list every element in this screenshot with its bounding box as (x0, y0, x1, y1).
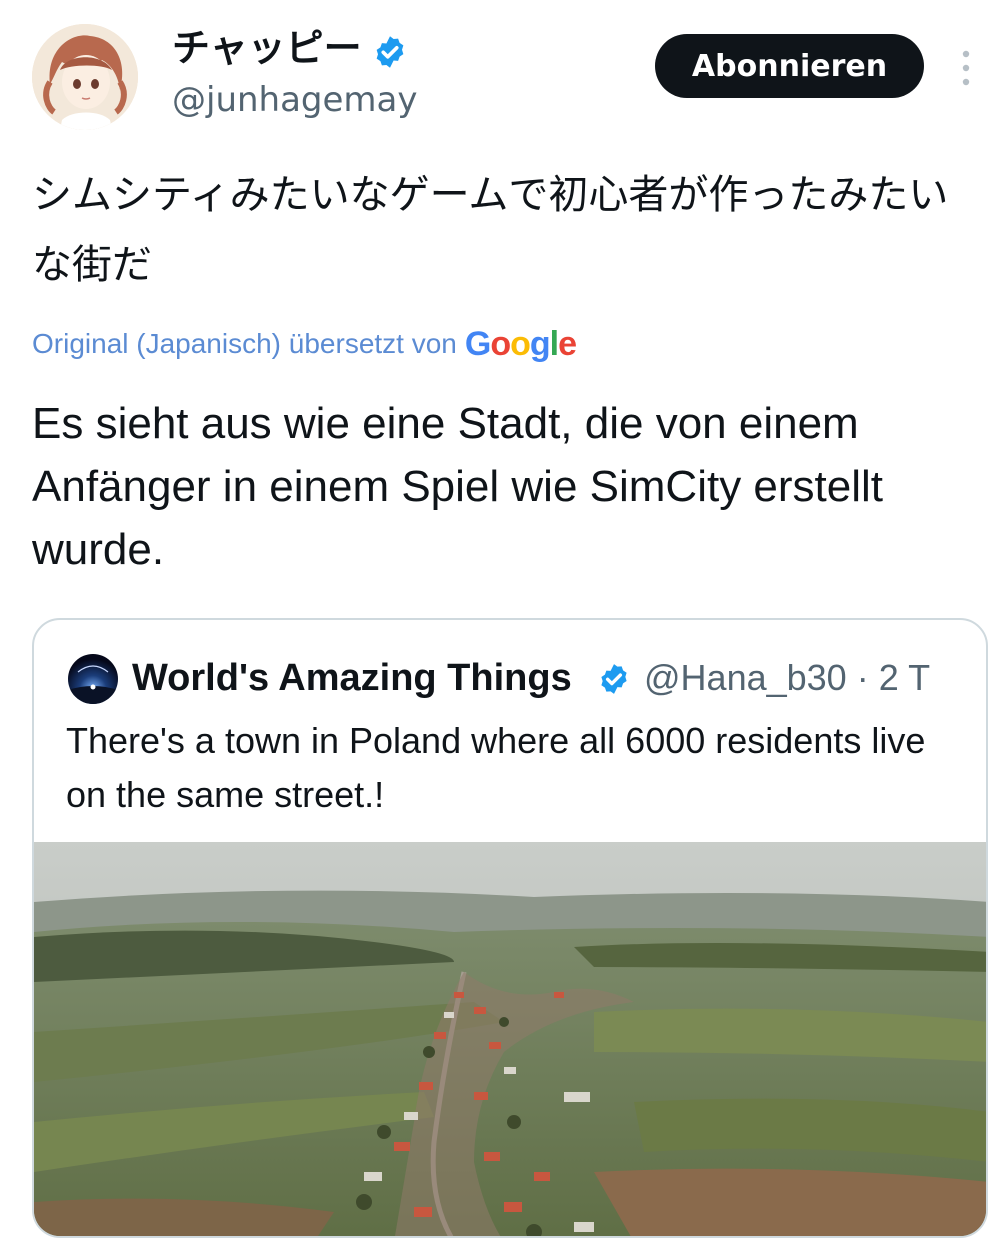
translation-notice-text: Original (Japanisch) übersetzt von (32, 328, 457, 359)
quoted-author-meta: @Hana_b30 · 2 T (644, 654, 930, 702)
aerial-village-illustration (34, 842, 986, 1236)
author-avatar[interactable] (32, 24, 138, 130)
quoted-verified-badge-icon (601, 664, 627, 694)
quoted-author-name[interactable]: World's Amazing Things (132, 654, 572, 702)
tweet-original-text: シムシティみたいなゲームで初心者が作ったみたいな街だ (32, 172, 949, 288)
translation-notice[interactable]: Original (Japanisch) übersetzt von Googl… (32, 322, 577, 366)
quoted-avatar-image (68, 654, 118, 704)
quoted-tweet-time[interactable]: · 2 T (857, 657, 930, 698)
avatar-illustration (32, 24, 138, 130)
quoted-author-handle[interactable]: @Hana_b30 (644, 657, 847, 698)
author-display-name[interactable]: チャッピー (172, 24, 362, 72)
subscribe-button[interactable]: Abonnieren (655, 34, 924, 98)
quoted-tweet-text: There's a town in Poland where all 6000 … (66, 720, 926, 815)
quoted-author-avatar[interactable] (68, 654, 118, 704)
author-handle[interactable]: @junhagemay (172, 78, 418, 122)
quoted-tweet-card[interactable]: World's Amazing Things @Hana_b30 · 2 T T… (32, 618, 988, 1238)
tweet-translated-text: Es sieht aus wie eine Stadt, die von ein… (32, 399, 884, 574)
aerial-village-photo[interactable] (34, 842, 986, 1236)
verified-badge-icon (376, 36, 404, 68)
more-vertical-icon[interactable] (958, 48, 974, 88)
google-logo: Google (464, 324, 577, 363)
